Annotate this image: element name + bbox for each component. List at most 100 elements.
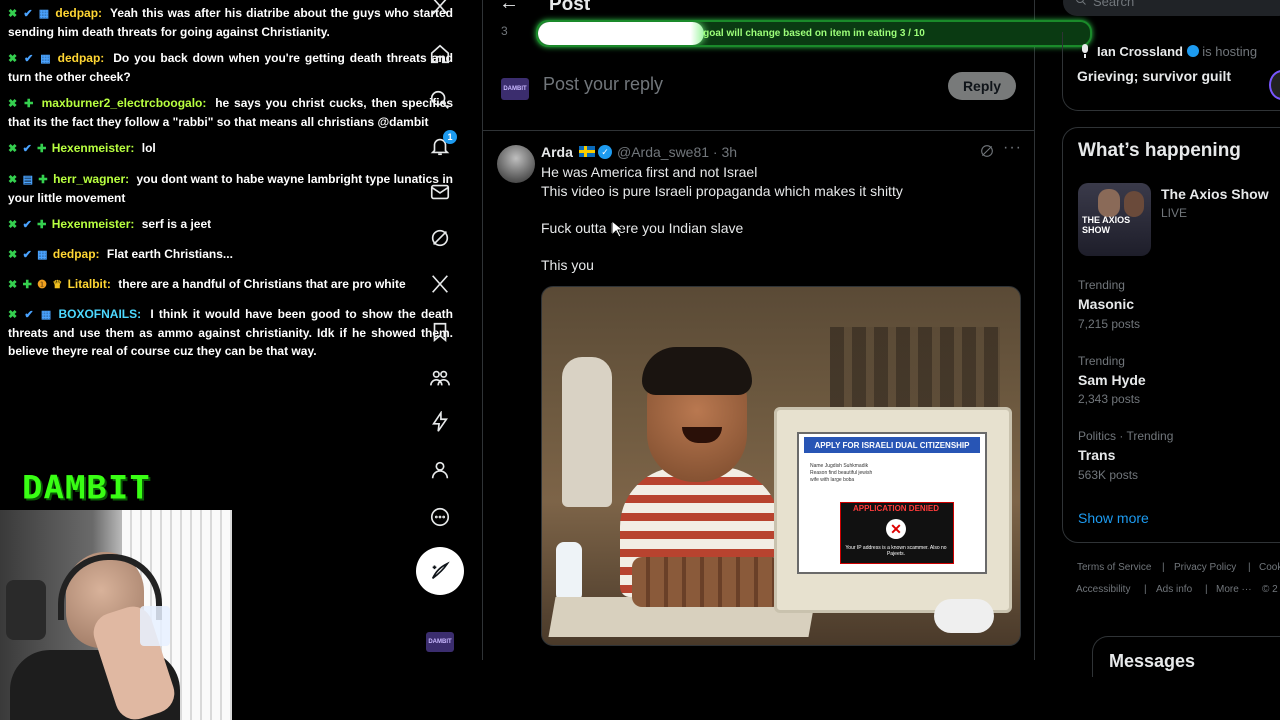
footer-separator: | (1248, 562, 1251, 573)
form-text: Name Jugdish Suhkmadik Reason find beaut… (810, 463, 873, 483)
account-avatar[interactable]: DAMBIT (426, 632, 454, 652)
more-icon[interactable] (428, 505, 452, 529)
tweet-image[interactable]: APPLY FOR ISRAELI DUAL CITIZENSHIP Name … (541, 286, 1021, 646)
live-status: LIVE (1161, 206, 1188, 220)
crown-badge-icon: ♛ (52, 279, 63, 291)
more-options-icon[interactable]: ··· (1003, 139, 1022, 157)
communities-icon[interactable] (428, 366, 452, 390)
trend-name[interactable]: Sam Hyde (1078, 372, 1146, 388)
search-placeholder: Search (1093, 0, 1135, 9)
one-badge-icon: ❶ (37, 279, 47, 291)
avatar[interactable] (497, 145, 535, 183)
footer-link[interactable]: Terms of Service (1077, 562, 1151, 573)
screen-title: APPLY FOR ISRAELI DUAL CITIZENSHIP (804, 437, 980, 453)
profile-icon[interactable] (428, 458, 452, 482)
chat-message: ✖ ✔ ▦ BOXOFNAILS: I think it would have … (8, 305, 453, 360)
chat-text: lol (141, 141, 156, 155)
messages-drawer[interactable]: Messages (1092, 636, 1280, 677)
mod-badge-icon: ✖ (8, 53, 18, 65)
x-premium-icon[interactable] (428, 272, 452, 296)
footer-separator: | (1144, 584, 1147, 595)
mod-badge-icon: ✖ (8, 309, 18, 321)
chat-text: serf is a jeet (141, 217, 212, 231)
sword-badge-icon: ✔ (22, 249, 32, 261)
footer-link[interactable]: Cookie (1259, 562, 1280, 573)
trend-count: 2,343 posts (1078, 392, 1141, 406)
stream-chat: ✖ ✔ ▦ dedpap: Yeah this was after his di… (0, 0, 458, 470)
avatar (1269, 70, 1280, 100)
chat-username: dedpap: (55, 6, 103, 20)
sword-badge-icon: ✔ (23, 8, 33, 20)
chat-username: BOXOFNAILS: (58, 307, 142, 321)
sweden-flag-icon (579, 146, 595, 157)
live-thumbnail[interactable]: THE AXIOS SHOW (1078, 183, 1151, 256)
chat-message: ✖ ✚ maxburner2_electrcboogalo: he says y… (8, 94, 453, 131)
sub-badge-icon: ▦ (37, 249, 48, 261)
avatar: DAMBIT (501, 78, 529, 100)
plus-badge-icon: ✚ (22, 279, 32, 291)
mouse-cursor-icon (611, 220, 625, 238)
footer-link[interactable]: Privacy Policy (1174, 562, 1236, 573)
footer-link[interactable]: Accessibility (1076, 584, 1130, 595)
chat-username: Hexenmeister: (51, 141, 135, 155)
search-icon[interactable] (428, 88, 452, 112)
sword-badge-icon: ✔ (22, 219, 32, 231)
home-icon[interactable] (428, 42, 452, 66)
live-space-card[interactable]: Ian Crossland is hosting Grieving; survi… (1062, 32, 1280, 111)
live-event-title[interactable]: The Axios Show (1161, 186, 1269, 202)
x-logo-icon[interactable] (428, 0, 452, 18)
sword-badge-icon: ✔ (24, 309, 34, 321)
back-arrow-icon[interactable]: ← (499, 0, 519, 15)
tweet-text: He was America first and not Israel (541, 164, 758, 180)
plus-badge-icon: ✚ (37, 219, 47, 231)
tweet-handle-time[interactable]: @Arda_swe81 · 3h (617, 144, 737, 160)
compose-button[interactable] (416, 547, 464, 595)
plus-badge-icon: ✚ (37, 143, 47, 155)
hanging-cloth (562, 357, 612, 507)
grok-icon[interactable] (428, 226, 452, 250)
mail-icon[interactable] (428, 180, 452, 204)
messages-label: Messages (1109, 651, 1196, 671)
chat-username: maxburner2_electrcboogalo: (41, 96, 207, 110)
plus-badge-icon: ✚ (38, 174, 48, 186)
mod-badge-icon: ✖ (8, 219, 18, 231)
show-more-link[interactable]: Show more (1078, 510, 1149, 526)
chair (6, 580, 46, 640)
footer-separator: | (1162, 562, 1165, 573)
notification-badge: 1 (443, 130, 457, 144)
stream-goal-bar: goal will change based on item im eating… (536, 20, 1092, 47)
shelf (830, 327, 1000, 417)
lightning-icon[interactable] (428, 410, 452, 434)
chat-text: there are a handful of Christians that a… (118, 277, 406, 291)
chat-username: dedpap: (57, 51, 105, 65)
chat-message: ✖ ✔ ✚ Hexenmeister: serf is a jeet (8, 215, 453, 234)
trend-count: 7,215 posts (1078, 317, 1141, 331)
denied-x-icon: ✕ (886, 519, 906, 539)
reply-composer: DAMBIT Post your reply Reply (483, 58, 1034, 131)
reply-button[interactable]: Reply (948, 72, 1016, 100)
space-host: Ian Crossland is hosting (1097, 44, 1257, 59)
goal-text: goal will change based on item im eating… (703, 28, 925, 39)
space-title: Grieving; survivor guilt (1077, 68, 1232, 84)
footer-link[interactable]: More ··· (1216, 584, 1252, 595)
trend-category: Trending (1078, 354, 1125, 368)
search-icon (1075, 0, 1089, 8)
grok-icon[interactable] (979, 143, 997, 161)
mod-badge-icon: ✖ (8, 279, 18, 291)
whats-happening-panel: What’s happening THE AXIOS SHOW The Axio… (1062, 127, 1280, 543)
host-figure (1098, 189, 1120, 217)
crumpled-paper (934, 599, 994, 633)
reply-input[interactable]: Post your reply (543, 74, 663, 95)
section-title: What’s happening (1078, 140, 1241, 161)
tweet-author-name[interactable]: Arda (541, 144, 573, 160)
trend-name[interactable]: Masonic (1078, 296, 1134, 312)
chat-message: ✖ ✔ ▦ dedpap: Do you back down when you'… (8, 49, 453, 86)
mod-badge-icon: ✖ (8, 143, 18, 155)
reply-tweet[interactable]: Arda ✓ @Arda_swe81 · 3h ··· He was Ameri… (483, 131, 1034, 660)
search-input[interactable]: Search (1063, 0, 1280, 16)
character-hands (632, 557, 782, 607)
footer-link[interactable]: Ads info (1156, 584, 1192, 595)
trend-name[interactable]: Trans (1078, 447, 1115, 463)
chat-username: Litalbit: (67, 277, 111, 291)
bookmark-icon[interactable] (428, 320, 452, 344)
